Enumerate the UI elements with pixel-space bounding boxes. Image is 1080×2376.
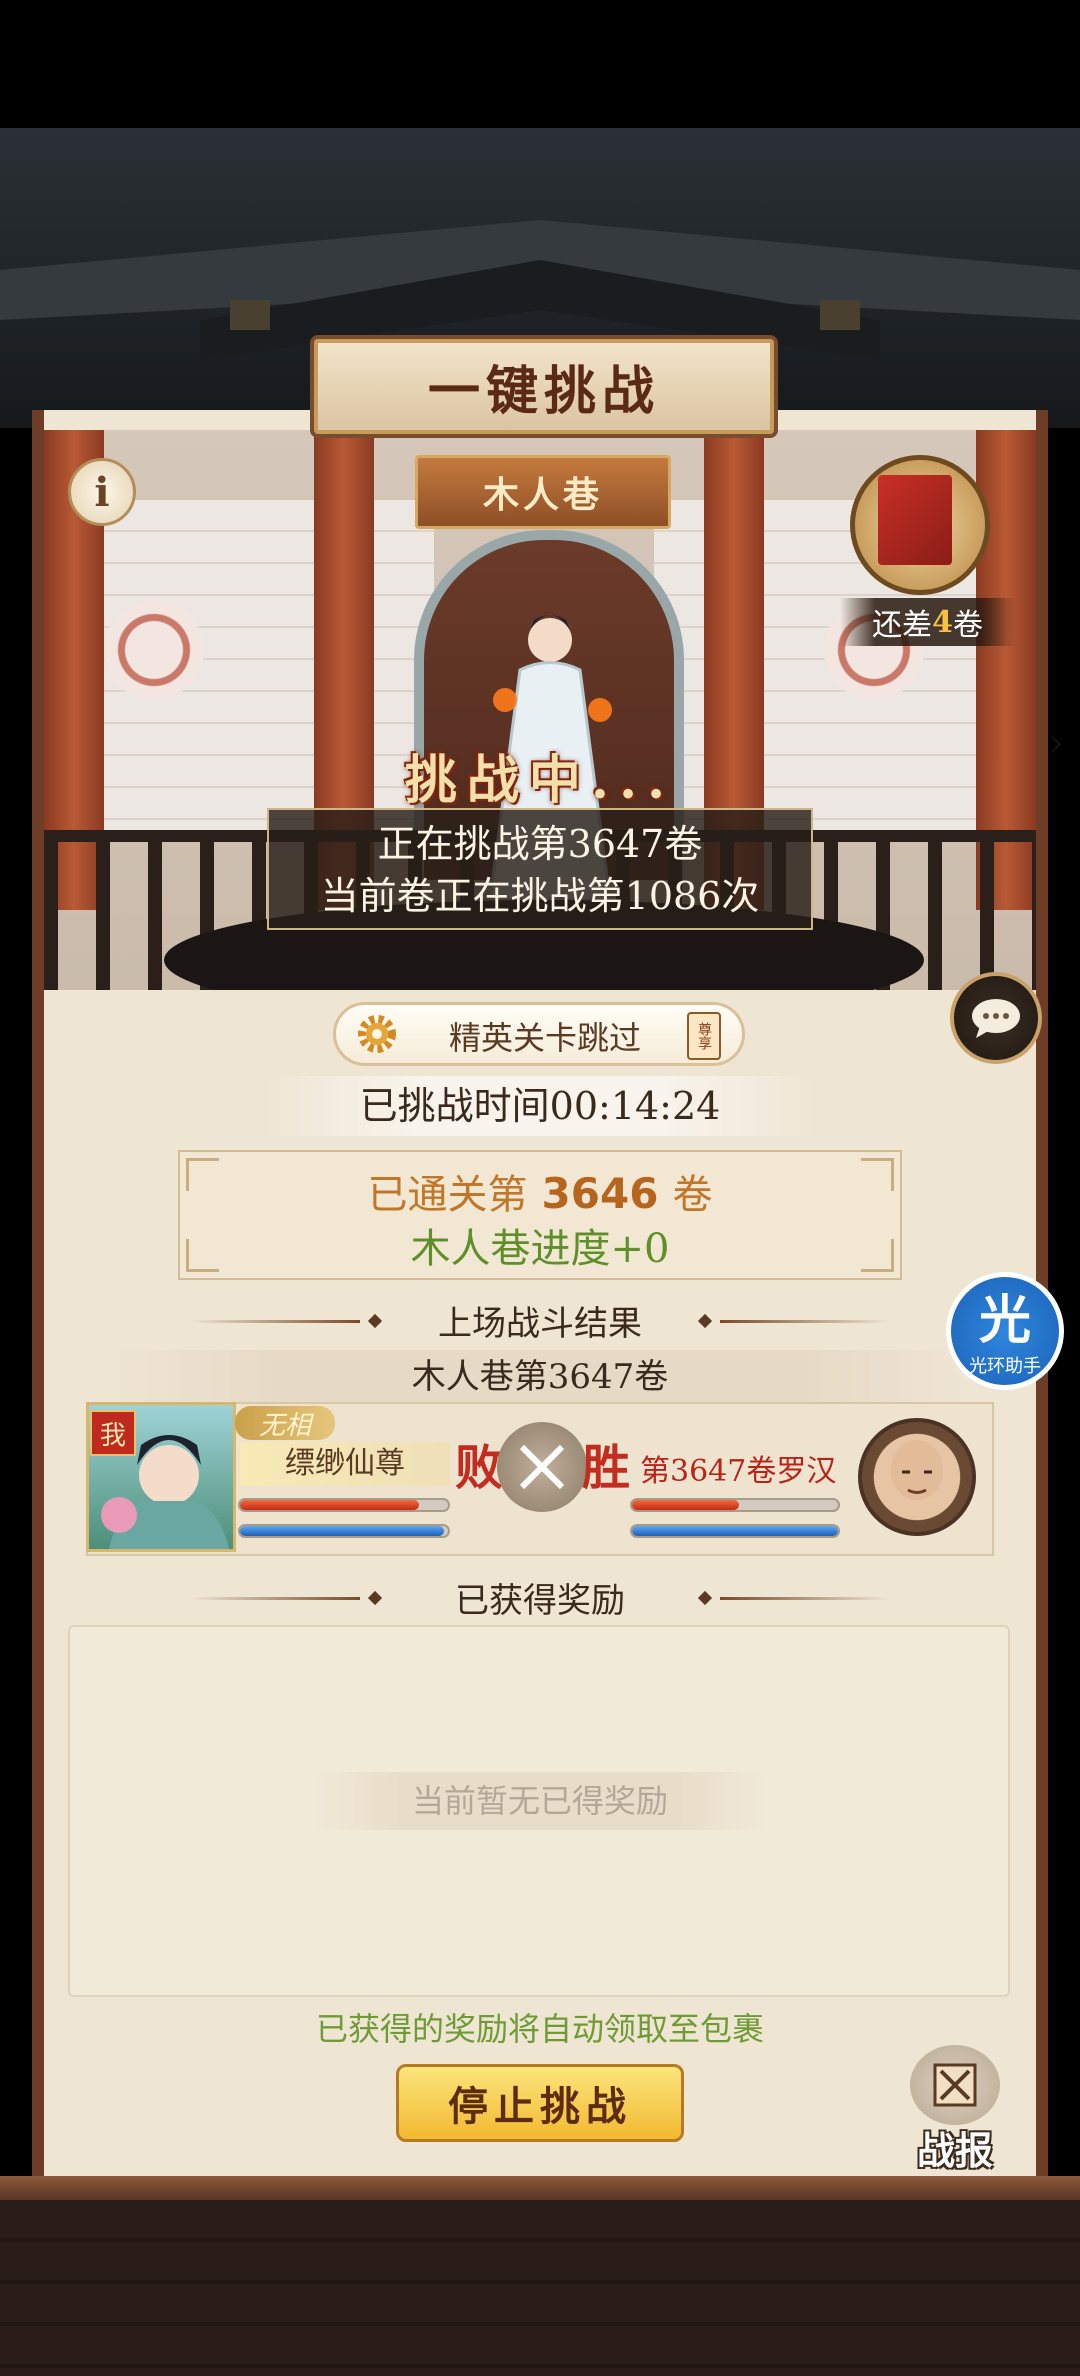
cleared-line: 已通关第 3646 卷	[178, 1162, 902, 1220]
remaining-count: 4	[932, 604, 953, 640]
report-scroll-glyph	[933, 2063, 977, 2107]
gear-icon[interactable]	[355, 1012, 399, 1056]
chat-button[interactable]	[950, 972, 1042, 1064]
stage-progress: 木人巷进度+0	[410, 1226, 670, 1272]
battle-report-label: 战报	[916, 2128, 993, 2173]
last-stage-title: 木人巷第3647卷	[110, 1350, 970, 1404]
cleared-suffix: 卷	[672, 1172, 713, 1218]
player-name: 缥缈仙尊	[240, 1442, 450, 1486]
enemy-result: 胜	[582, 1440, 631, 1496]
section-divider	[720, 1597, 890, 1600]
cleared-prefix: 已通关第	[367, 1172, 528, 1218]
enemy-hp-fill	[632, 1500, 740, 1510]
me-tag: 我	[90, 1410, 136, 1456]
player-hp-bar	[238, 1498, 450, 1512]
remaining-prefix: 还差	[872, 608, 933, 643]
player-mp-bar	[238, 1524, 450, 1538]
challenge-line-attempt: 当前卷正在挑战第1086次	[320, 874, 760, 918]
challenge-line-volume: 正在挑战第3647卷	[377, 822, 703, 866]
chevron-right-icon[interactable]: ›	[1048, 720, 1080, 770]
bottom-rail	[0, 2176, 1080, 2200]
bottom-floor	[0, 2200, 1080, 2376]
assistant-logo-text: 光	[978, 1291, 1031, 1351]
player-result: 败	[455, 1440, 504, 1496]
book-icon	[878, 475, 952, 565]
enemy-hp-bar	[630, 1498, 840, 1512]
stage-name-board: 木人巷	[415, 455, 671, 529]
enemy-mp-fill	[632, 1526, 838, 1536]
stop-challenge-label: 停止挑战	[448, 2083, 632, 2130]
crossed-swords-icon	[497, 1422, 587, 1512]
remaining-suffix: 卷	[952, 608, 983, 643]
stop-challenge-button[interactable]: 停止挑战	[396, 2064, 684, 2142]
page-title: 一键挑战	[427, 361, 660, 422]
elapsed-time: 已挑战时间00:14:24	[260, 1076, 820, 1136]
enemy-name: 第3647卷罗汉	[640, 1454, 837, 1489]
enemy-avatar	[858, 1418, 976, 1536]
info-icon[interactable]: i	[68, 458, 136, 526]
section-divider	[190, 1597, 360, 1600]
cleared-number: 3646	[541, 1169, 659, 1218]
challenge-info-box: 正在挑战第3647卷 当前卷正在挑战第1086次	[267, 808, 813, 930]
auto-claim-note: 已获得的奖励将自动领取至包裹	[315, 2010, 764, 2048]
enemy-mp-bar	[630, 1524, 840, 1538]
enemy-avatar-art	[891, 1440, 943, 1500]
player-hp-fill	[240, 1500, 419, 1510]
player-mp-fill	[240, 1526, 444, 1536]
status-bar	[0, 0, 1080, 128]
stage-name: 木人巷	[482, 474, 603, 516]
no-reward-text: 当前暂无已得奖励	[310, 1772, 770, 1830]
chat-bubble-icon	[972, 999, 1020, 1038]
scroll-swords-icon[interactable]	[910, 2045, 1000, 2125]
wall-medallion-left	[104, 600, 204, 700]
book-remaining-label: 还差 4 卷	[840, 598, 1015, 646]
section-divider	[720, 1320, 890, 1323]
elite-skip-label: 精英关卡跳过	[448, 1019, 641, 1057]
section-divider	[190, 1320, 360, 1323]
crossed-swords-glyph	[519, 1444, 565, 1490]
vip-badge: 尊享	[687, 1012, 721, 1060]
assistant-label: 光环助手	[969, 1356, 1041, 1377]
challenging-status: 挑战中...	[404, 750, 676, 811]
page-title-board: 一键挑战	[310, 335, 778, 438]
rewards-heading: 已获得奖励	[455, 1581, 625, 1621]
player-nature-tag: 无相	[235, 1406, 335, 1441]
last-battle-heading: 上场战斗结果	[438, 1304, 642, 1344]
